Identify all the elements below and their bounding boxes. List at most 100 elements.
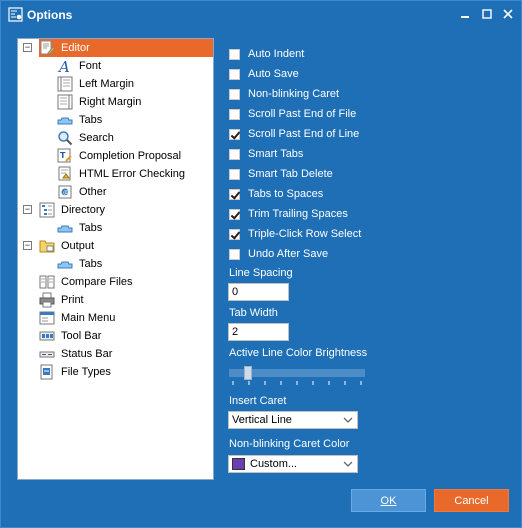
tabs-icon [57,261,73,269]
scroll-past-end-of-line-checkbox[interactable]: Scroll Past End of Line [229,126,359,142]
tree-item-output-tabs[interactable]: Tabs [57,255,104,273]
checkbox-box[interactable] [229,188,240,200]
caret-color-value: Custom... [250,458,298,470]
checkbox-label: Smart Tab Delete [248,168,333,180]
checkbox-box[interactable] [229,128,240,140]
checkbox-box[interactable] [229,48,240,60]
tree-item-directory[interactable]: Directory [39,201,107,219]
checkbox-box[interactable] [229,88,240,100]
minimize-button[interactable] [457,7,473,21]
maximize-button[interactable] [479,7,495,21]
font-icon: A [57,58,70,74]
tree-item-other[interactable]: @ Other [57,183,109,201]
ok-button[interactable]: OK [351,489,426,512]
checkbox-box[interactable] [229,68,240,80]
chevron-down-icon [342,458,354,470]
tree-item-label: Tabs [79,114,103,126]
slider-thumb[interactable] [244,366,252,380]
tree-item-label: Other [79,186,107,198]
checkbox-box[interactable] [229,108,240,120]
tree-item-label: Main Menu [61,312,116,324]
auto-indent-checkbox[interactable]: Auto Indent [229,46,304,62]
document-edit-icon [40,40,55,55]
checkbox-label: Non-blinking Caret [248,88,340,100]
tab-width-label: Tab Width [229,307,278,319]
tree-item-print[interactable]: Print [39,291,86,309]
cancel-button[interactable]: Cancel [434,489,509,512]
triple-click-row-select-checkbox[interactable]: Triple-Click Row Select [229,226,361,242]
tree-item-completion-proposal[interactable]: T Completion Proposal [57,147,183,165]
scroll-past-end-of-file-checkbox[interactable]: Scroll Past End of File [229,106,356,122]
maximize-icon [482,9,492,19]
printer-icon [39,292,55,308]
tree-item-directory-tabs[interactable]: Tabs [57,219,104,237]
trim-trailing-spaces-checkbox[interactable]: Trim Trailing Spaces [229,206,348,222]
checkbox-box[interactable] [229,148,240,160]
right-margin-icon [57,94,73,110]
tree-item-search[interactable]: Search [57,129,116,147]
caret-color-select[interactable]: Custom... [228,455,358,473]
tree-item-label: HTML Error Checking [79,168,185,180]
tree-item-right-margin[interactable]: Right Margin [57,93,143,111]
checkbox-box[interactable] [229,208,240,220]
output-collapse-toggle[interactable]: − [23,241,32,250]
checkbox-label: Tabs to Spaces [248,188,324,200]
tree-item-label: Output [61,240,95,252]
tree-item-editor[interactable]: Editor [39,39,213,57]
tree-item-font[interactable]: A Font [57,57,103,75]
tabs-to-spaces-checkbox[interactable]: Tabs to Spaces [229,186,323,202]
non-blinking-caret-checkbox[interactable]: Non-blinking Caret [229,86,339,102]
slider-ticks [232,381,362,385]
close-button[interactable] [500,7,516,21]
other-icon: @ [58,185,72,199]
svg-text:T: T [60,151,66,160]
tree-item-label: Tabs [79,222,103,234]
brightness-label: Active Line Color Brightness [229,347,368,359]
svg-text:A: A [57,58,70,74]
tree-item-label: Tabs [79,258,103,270]
cancel-button-label: Cancel [454,494,489,507]
checkbox-box[interactable] [229,168,240,180]
tab-width-input[interactable] [228,323,289,341]
tree-item-label: Print [61,294,84,306]
insert-caret-value: Vertical Line [232,414,292,426]
line-spacing-input[interactable] [228,283,289,301]
tree-item-label: Status Bar [61,348,113,360]
smart-tab-delete-checkbox[interactable]: Smart Tab Delete [229,166,333,182]
tree-item-main-menu[interactable]: Main Menu [39,309,117,327]
auto-save-checkbox[interactable]: Auto Save [229,66,299,82]
undo-after-save-checkbox[interactable]: Undo After Save [229,246,328,262]
file-types-icon [40,364,53,380]
checkbox-box[interactable] [229,248,240,260]
tree-item-label: Left Margin [79,78,135,90]
tree-item-label: Tool Bar [61,330,102,342]
tree-item-status-bar[interactable]: Status Bar [39,345,114,363]
tree-item-left-margin[interactable]: Left Margin [57,75,136,93]
insert-caret-label: Insert Caret [229,395,287,407]
tree-item-file-types[interactable]: File Types [39,363,113,381]
window-title: Options [27,8,73,22]
tree-item-editor-tabs[interactable]: Tabs [57,111,104,129]
tree-item-label: Font [79,60,102,72]
directory-collapse-toggle[interactable]: − [23,205,32,214]
minimize-icon [461,16,469,18]
brightness-slider[interactable] [229,366,365,386]
tree-item-label: Editor [61,42,90,54]
tabs-icon [57,225,73,233]
ok-button-label: OK [380,494,397,507]
chevron-down-icon [342,414,354,426]
checkbox-label: Triple-Click Row Select [248,228,362,240]
insert-caret-select[interactable]: Vertical Line [228,411,358,429]
tree-item-tool-bar[interactable]: Tool Bar [39,327,103,345]
tree-item-html-error-checking[interactable]: HTML Error Checking [57,165,187,183]
tree-item-output[interactable]: Output [39,237,96,255]
tree-item-compare-files[interactable]: Compare Files [39,273,135,291]
tree-item-label: Directory [61,204,106,216]
options-tree[interactable]: − Editor A Font Left Margin Right Margin… [17,38,214,480]
checkbox-box[interactable] [229,228,240,240]
smart-tabs-checkbox[interactable]: Smart Tabs [229,146,303,162]
checkbox-label: Scroll Past End of File [248,108,357,120]
editor-collapse-toggle[interactable]: − [23,43,32,52]
color-swatch [232,458,245,470]
left-margin-icon [57,76,73,92]
